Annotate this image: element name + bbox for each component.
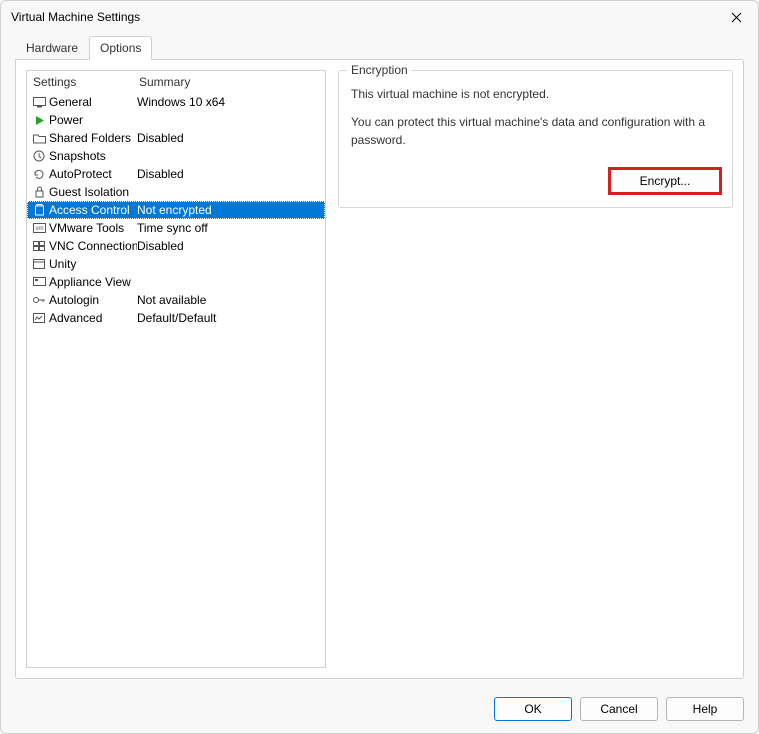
settings-list: Settings Summary General Windows 10 x64 …	[26, 70, 326, 668]
row-autologin[interactable]: Autologin Not available	[27, 291, 325, 309]
cancel-button[interactable]: Cancel	[580, 697, 658, 721]
grid-icon	[31, 239, 47, 253]
list-body: General Windows 10 x64 Power Shared Fold…	[27, 93, 325, 667]
row-summary: Not encrypted	[137, 203, 321, 217]
encryption-status-text: This virtual machine is not encrypted.	[351, 85, 720, 103]
tab-hardware[interactable]: Hardware	[15, 36, 89, 60]
encrypt-button-row: Encrypt...	[351, 169, 720, 193]
window-title: Virtual Machine Settings	[11, 10, 140, 24]
encrypt-button[interactable]: Encrypt...	[610, 169, 720, 193]
header-summary: Summary	[139, 75, 319, 89]
row-unity[interactable]: Unity	[27, 255, 325, 273]
row-summary: Disabled	[137, 131, 321, 145]
row-label: Power	[49, 113, 137, 127]
svg-text:vm: vm	[35, 226, 43, 232]
row-vnc-connections[interactable]: VNC Connections Disabled	[27, 237, 325, 255]
row-power[interactable]: Power	[27, 111, 325, 129]
folder-icon	[31, 131, 47, 145]
row-access-control[interactable]: Access Control Not encrypted	[27, 201, 325, 219]
row-label: Appliance View	[49, 275, 137, 289]
row-label: AutoProtect	[49, 167, 137, 181]
row-summary: Not available	[137, 293, 321, 307]
titlebar: Virtual Machine Settings	[1, 1, 758, 31]
row-label: Access Control	[49, 203, 137, 217]
groupbox-title: Encryption	[347, 63, 412, 77]
row-label: Unity	[49, 257, 137, 271]
close-icon	[731, 12, 742, 23]
row-label: Advanced	[49, 311, 137, 325]
refresh-icon	[31, 167, 47, 181]
lock-icon	[31, 185, 47, 199]
row-summary: Disabled	[137, 167, 321, 181]
close-button[interactable]	[724, 5, 748, 29]
header-settings: Settings	[33, 75, 139, 89]
window-icon	[31, 257, 47, 271]
row-summary: Default/Default	[137, 311, 321, 325]
content-area: Settings Summary General Windows 10 x64 …	[15, 59, 744, 679]
play-icon	[31, 113, 47, 127]
row-label: Snapshots	[49, 149, 137, 163]
key-icon	[31, 293, 47, 307]
row-summary: Disabled	[137, 239, 321, 253]
row-summary: Time sync off	[137, 221, 321, 235]
shield-icon	[31, 203, 47, 217]
row-guest-isolation[interactable]: Guest Isolation	[27, 183, 325, 201]
row-vmware-tools[interactable]: vm VMware Tools Time sync off	[27, 219, 325, 237]
row-appliance-view[interactable]: Appliance View	[27, 273, 325, 291]
ok-button[interactable]: OK	[494, 697, 572, 721]
encryption-hint-text: You can protect this virtual machine's d…	[351, 113, 720, 149]
chart-icon	[31, 311, 47, 325]
row-label: Autologin	[49, 293, 137, 307]
row-label: General	[49, 95, 137, 109]
settings-window: Virtual Machine Settings Hardware Option…	[0, 0, 759, 734]
tab-options[interactable]: Options	[89, 36, 152, 60]
row-autoprotect[interactable]: AutoProtect Disabled	[27, 165, 325, 183]
row-summary: Windows 10 x64	[137, 95, 321, 109]
encryption-groupbox: Encryption This virtual machine is not e…	[338, 70, 733, 208]
row-general[interactable]: General Windows 10 x64	[27, 93, 325, 111]
display-icon	[31, 275, 47, 289]
row-label: Shared Folders	[49, 131, 137, 145]
help-button[interactable]: Help	[666, 697, 744, 721]
clock-icon	[31, 149, 47, 163]
row-label: Guest Isolation	[49, 185, 137, 199]
details-panel: Encryption This virtual machine is not e…	[338, 70, 733, 668]
row-snapshots[interactable]: Snapshots	[27, 147, 325, 165]
list-header: Settings Summary	[27, 71, 325, 93]
monitor-icon	[31, 95, 47, 109]
tab-strip: Hardware Options	[1, 32, 758, 60]
row-advanced[interactable]: Advanced Default/Default	[27, 309, 325, 327]
row-label: VMware Tools	[49, 221, 137, 235]
vm-icon: vm	[31, 221, 47, 235]
row-shared-folders[interactable]: Shared Folders Disabled	[27, 129, 325, 147]
row-label: VNC Connections	[49, 239, 137, 253]
dialog-footer: OK Cancel Help	[1, 689, 758, 733]
